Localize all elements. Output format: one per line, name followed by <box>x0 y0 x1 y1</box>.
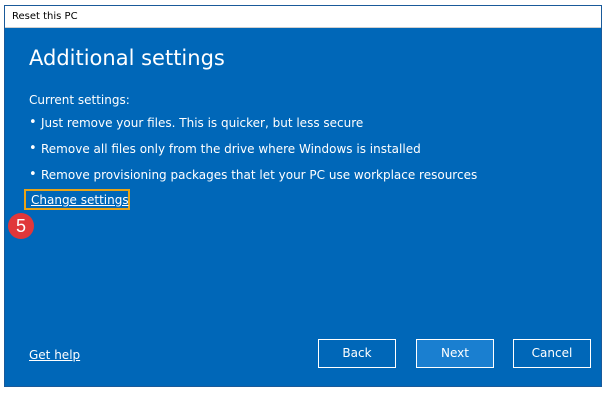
list-item-text: Just remove your files. This is quicker,… <box>41 116 364 130</box>
current-settings-label: Current settings: <box>29 93 130 107</box>
bullet-icon: • <box>29 115 37 130</box>
bullet-icon: • <box>29 167 37 182</box>
step-number-badge: 5 <box>8 213 34 239</box>
change-settings-link[interactable]: Change settings <box>31 193 129 207</box>
reset-pc-dialog: Reset this PC Additional settings Curren… <box>4 5 602 387</box>
list-item-text: Remove all files only from the drive whe… <box>41 142 421 156</box>
bullet-icon: • <box>29 141 37 156</box>
cancel-button[interactable]: Cancel <box>513 339 591 368</box>
page-heading: Additional settings <box>29 46 225 70</box>
list-item-text: Remove provisioning packages that let yo… <box>41 168 478 182</box>
window-title: Reset this PC <box>12 11 78 22</box>
title-bar: Reset this PC <box>5 6 601 28</box>
change-settings-highlight: Change settings <box>24 189 130 210</box>
next-button[interactable]: Next <box>416 339 494 368</box>
back-button[interactable]: Back <box>318 339 396 368</box>
get-help-link[interactable]: Get help <box>29 348 80 362</box>
